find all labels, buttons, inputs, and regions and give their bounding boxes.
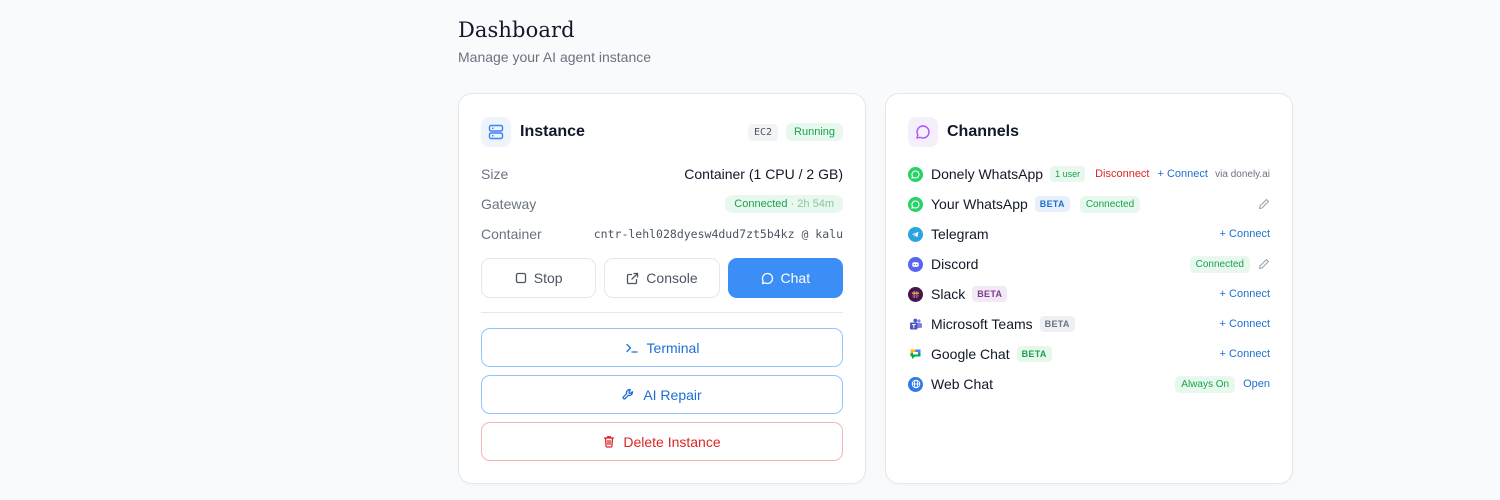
connected-badge: Connected <box>1079 195 1141 213</box>
users-badge: 1 user <box>1050 166 1086 182</box>
ai-repair-button[interactable]: AI Repair <box>481 375 843 414</box>
terminal-prompt-icon <box>625 343 638 353</box>
connected-badge: Connected <box>1189 255 1250 273</box>
instance-card: Instance EC2 Running Size Container (1 C… <box>458 93 866 484</box>
external-link-icon <box>627 272 639 284</box>
channel-name: Your WhatsApp <box>931 196 1028 212</box>
chat-button[interactable]: Chat <box>727 258 843 298</box>
divider <box>481 312 843 313</box>
via-text: via donely.ai <box>1215 168 1270 180</box>
channels-card: Channels Donely WhatsApp 1 user Disconne… <box>885 93 1293 484</box>
always-on-badge: Always On <box>1175 375 1236 393</box>
slack-icon <box>908 286 923 302</box>
pencil-icon[interactable] <box>1258 198 1270 210</box>
terminal-label: Terminal <box>646 339 700 356</box>
trash-icon <box>604 436 615 448</box>
stop-button[interactable]: Stop <box>481 258 597 298</box>
channel-name: Discord <box>931 256 979 272</box>
container-id: cntr-lehl028dyesw4dud7zt5b4kz @ kalu <box>593 227 843 241</box>
open-link[interactable]: Open <box>1243 378 1270 390</box>
delete-instance-button[interactable]: Delete Instance <box>481 422 843 461</box>
whatsapp-icon <box>908 166 923 182</box>
channel-name: Web Chat <box>931 376 993 392</box>
gateway-uptime: · 2h 54m <box>790 198 834 210</box>
console-label: Console <box>646 270 698 286</box>
page-title: Dashboard <box>458 18 575 42</box>
telegram-icon <box>908 226 923 242</box>
stop-label: Stop <box>533 270 563 286</box>
wrench-icon <box>622 388 634 400</box>
connect-link[interactable]: + Connect <box>1158 168 1208 180</box>
channel-your-whatsapp: Your WhatsApp BETA Connected <box>908 194 1270 214</box>
channel-google-chat: Google Chat BETA + Connect <box>908 344 1270 364</box>
container-label: Container <box>481 226 542 242</box>
google-chat-icon <box>908 347 923 362</box>
beta-badge: BETA <box>1016 346 1052 362</box>
discord-icon <box>908 256 923 272</box>
globe-icon <box>908 376 923 392</box>
page-subtitle: Manage your AI agent instance <box>458 49 652 65</box>
channels-title: Channels <box>947 123 1020 140</box>
instance-title: Instance <box>520 123 585 140</box>
gateway-status-badge: Connected · 2h 54m <box>725 195 843 213</box>
console-button[interactable]: Console <box>604 258 720 298</box>
chat-bubble-icon <box>908 117 938 147</box>
channel-slack: Slack BETA + Connect <box>908 284 1270 304</box>
server-icon <box>481 117 511 147</box>
disconnect-link[interactable]: Disconnect <box>1095 168 1149 180</box>
page-header: Dashboard Manage your AI agent instance <box>458 18 651 65</box>
instance-card-header: Instance EC2 Running <box>481 116 843 148</box>
size-value: Container (1 CPU / 2 GB) <box>684 166 843 182</box>
channel-name: Donely WhatsApp <box>931 166 1044 182</box>
chat-label: Chat <box>780 270 811 286</box>
connect-link[interactable]: + Connect <box>1220 228 1270 240</box>
microsoft-teams-icon <box>908 317 923 332</box>
channel-name: Microsoft Teams <box>931 316 1033 332</box>
container-row: Container cntr-lehl028dyesw4dud7zt5b4kz … <box>481 224 843 244</box>
size-label: Size <box>481 166 509 182</box>
gateway-label: Gateway <box>481 196 537 212</box>
beta-badge: BETA <box>972 286 1008 302</box>
beta-badge: BETA <box>1039 316 1075 332</box>
ai-repair-label: AI Repair <box>643 386 702 403</box>
connect-link[interactable]: + Connect <box>1220 288 1270 300</box>
connect-link[interactable]: + Connect <box>1220 318 1270 330</box>
connect-link[interactable]: + Connect <box>1220 348 1270 360</box>
channel-name: Google Chat <box>931 346 1010 362</box>
gateway-status: Connected <box>734 198 788 210</box>
whatsapp-icon <box>908 196 923 212</box>
channel-telegram: Telegram + Connect <box>908 224 1270 244</box>
pencil-icon[interactable] <box>1258 258 1270 270</box>
gateway-row: Gateway Connected · 2h 54m <box>481 194 843 214</box>
channel-donely-whatsapp: Donely WhatsApp 1 user Disconnect + Conn… <box>908 164 1270 184</box>
beta-badge: BETA <box>1034 196 1070 212</box>
channel-discord: Discord Connected <box>908 254 1270 274</box>
delete-label: Delete Instance <box>623 433 721 450</box>
channel-name: Telegram <box>931 226 989 242</box>
terminal-button[interactable]: Terminal <box>481 328 843 367</box>
size-row: Size Container (1 CPU / 2 GB) <box>481 164 843 184</box>
channel-microsoft-teams: Microsoft Teams BETA + Connect <box>908 314 1270 334</box>
instance-type-tag: EC2 <box>747 123 779 141</box>
channel-web-chat: Web Chat Always On Open <box>908 374 1270 394</box>
instance-status-badge: Running <box>786 123 843 141</box>
chat-bubble-icon <box>761 272 773 284</box>
square-icon <box>515 272 526 284</box>
instance-controls: Stop Console Chat <box>481 258 843 298</box>
channel-name: Slack <box>931 286 966 302</box>
channels-card-header: Channels <box>908 116 1270 148</box>
